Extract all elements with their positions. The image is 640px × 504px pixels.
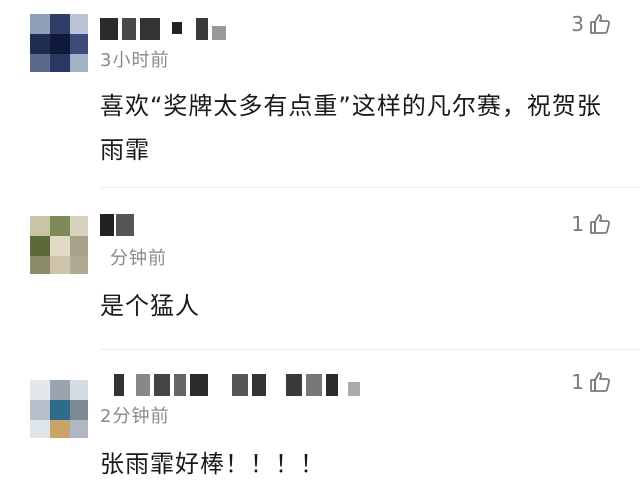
- comment-text: 张雨霏好棒！！！！: [100, 450, 325, 478]
- comment-time: 分钟前: [110, 248, 167, 269]
- like-button[interactable]: 3: [571, 12, 612, 36]
- username-redacted[interactable]: [100, 18, 230, 40]
- comment-item: 3小时前 3 喜欢“奖牌太多有点重”这样的凡尔赛，祝贺张雨霏: [0, 0, 640, 187]
- username-redacted[interactable]: [100, 374, 370, 396]
- comment-text: 是个猛人: [100, 292, 200, 320]
- comment-item: 2分钟前 1 张雨霏好棒！！！！: [0, 350, 640, 504]
- avatar[interactable]: [30, 216, 88, 274]
- like-button[interactable]: 1: [571, 370, 612, 394]
- comment-time: 3小时前: [100, 50, 170, 71]
- username-redacted[interactable]: [100, 214, 140, 236]
- comment-text: 喜欢“奖牌太多有点重”这样的凡尔赛，祝贺张雨霏: [100, 92, 602, 164]
- like-count: 3: [571, 12, 584, 36]
- like-count: 1: [571, 212, 584, 236]
- thumbs-up-icon: [588, 12, 612, 36]
- comment-time: 2分钟前: [100, 406, 170, 427]
- thumbs-up-icon: [588, 212, 612, 236]
- avatar[interactable]: [30, 380, 88, 438]
- thumbs-up-icon: [588, 370, 612, 394]
- like-button[interactable]: 1: [571, 212, 612, 236]
- avatar[interactable]: [30, 14, 88, 72]
- comment-item: 分钟前 1 是个猛人: [0, 188, 640, 349]
- like-count: 1: [571, 370, 584, 394]
